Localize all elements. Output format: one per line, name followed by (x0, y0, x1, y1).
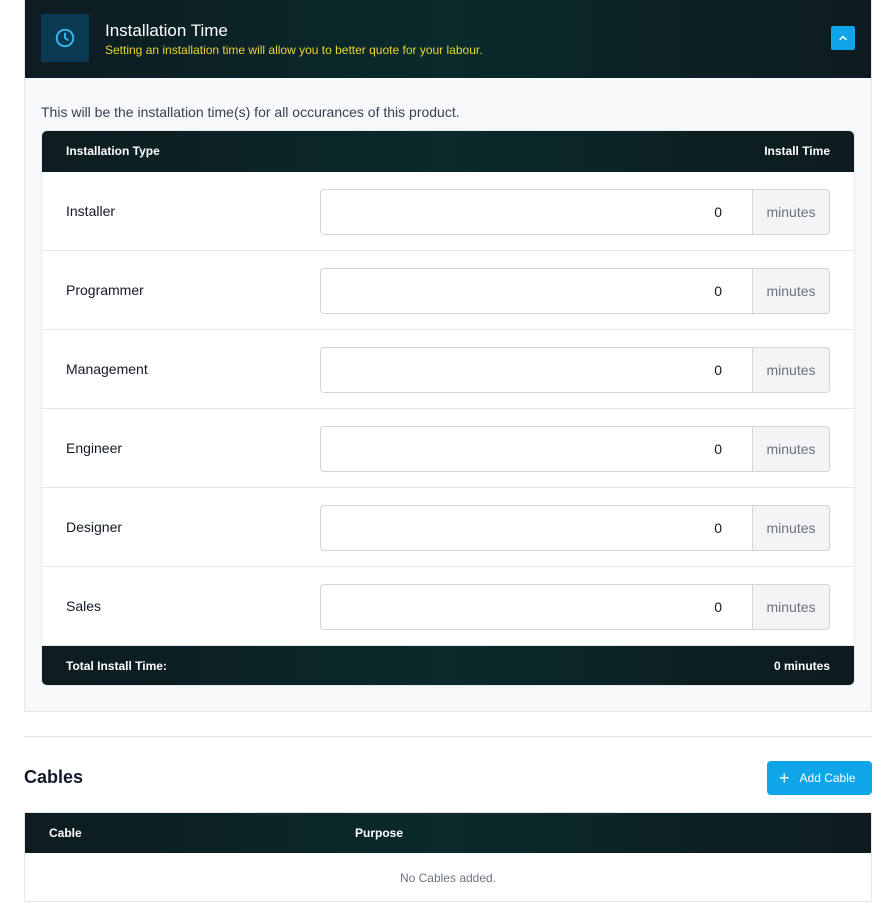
row-label: Sales (66, 598, 102, 614)
install-time-input-group: minutes (320, 189, 830, 235)
table-header: Installation Type Install Time (42, 131, 854, 172)
chevron-up-icon (839, 35, 847, 41)
minutes-addon: minutes (752, 426, 830, 472)
table-row-programmer: Programmer minutes (42, 251, 854, 330)
minutes-addon: minutes (752, 268, 830, 314)
install-time-input-group: minutes (320, 347, 830, 393)
minutes-addon: minutes (752, 347, 830, 393)
management-minutes-input[interactable] (320, 347, 752, 393)
row-label: Designer (66, 519, 123, 535)
installation-time-table: Installation Type Install Time Installer… (41, 130, 855, 686)
panel-subtitle: Setting an installation time will allow … (105, 43, 483, 57)
add-cable-button[interactable]: + Add Cable (767, 761, 872, 795)
minutes-addon: minutes (752, 505, 830, 551)
programmer-minutes-input[interactable] (320, 268, 752, 314)
install-time-input-group: minutes (320, 268, 830, 314)
plus-icon: + (779, 768, 790, 788)
table-row-management: Management minutes (42, 330, 854, 409)
panel-title: Installation Time (105, 21, 228, 40)
sales-minutes-input[interactable] (320, 584, 752, 630)
install-time-input-group: minutes (320, 584, 830, 630)
row-label: Management (66, 361, 148, 377)
cables-table-header: Cable Purpose (25, 813, 871, 853)
column-header-install-time: Install Time (764, 144, 830, 158)
cables-title: Cables (24, 767, 84, 787)
total-install-time-label: Total Install Time: (66, 659, 167, 673)
installer-minutes-input[interactable] (320, 189, 752, 235)
table-row-installer: Installer minutes (42, 172, 854, 251)
column-header-cable: Cable (49, 826, 82, 840)
engineer-minutes-input[interactable] (320, 426, 752, 472)
table-row-engineer: Engineer minutes (42, 409, 854, 488)
table-row-sales: Sales minutes (42, 567, 854, 646)
cables-table: Cable Purpose No Cables added. (24, 812, 872, 902)
table-row-designer: Designer minutes (42, 488, 854, 567)
row-label: Engineer (66, 440, 123, 456)
install-time-input-group: minutes (320, 505, 830, 551)
clock-icon (41, 14, 89, 62)
column-header-installation-type: Installation Type (66, 144, 160, 158)
collapse-button[interactable] (831, 26, 855, 50)
add-cable-label: Add Cable (799, 771, 856, 785)
minutes-addon: minutes (752, 189, 830, 235)
installation-time-header: Installation Time Setting an installatio… (25, 0, 871, 78)
row-label: Programmer (66, 282, 144, 298)
column-header-purpose: Purpose (355, 826, 404, 840)
table-footer: Total Install Time: 0 minutes (42, 646, 854, 685)
installation-time-panel: Installation Time Setting an installatio… (24, 0, 872, 712)
row-label: Installer (66, 203, 116, 219)
cables-empty-message: No Cables added. (399, 871, 497, 885)
intro-text: This will be the installation time(s) fo… (41, 104, 460, 120)
section-divider (24, 736, 872, 737)
designer-minutes-input[interactable] (320, 505, 752, 551)
minutes-addon: minutes (752, 584, 830, 630)
install-time-input-group: minutes (320, 426, 830, 472)
total-install-time-value: 0 minutes (773, 659, 830, 673)
